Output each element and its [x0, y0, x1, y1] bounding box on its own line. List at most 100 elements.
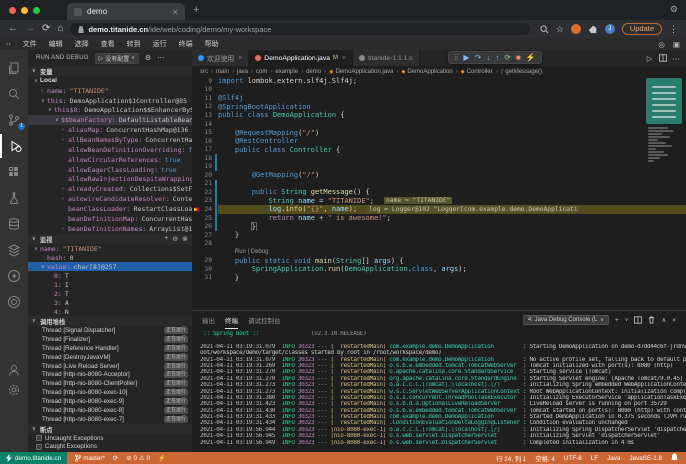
avatar[interactable] [571, 24, 581, 34]
variable-row[interactable]: allowEagerClassLoading:true [28, 165, 192, 175]
code-line[interactable]: 15 @RequestMapping("/") [192, 128, 686, 137]
code-line[interactable]: 29 public static void main(String[] args… [192, 256, 686, 265]
menu-item-查看[interactable]: 查看 [95, 41, 121, 48]
gutter[interactable]: 9 [192, 77, 218, 86]
activity-lightning-icon[interactable] [0, 264, 28, 288]
step-over-icon[interactable]: ↷ [475, 54, 482, 62]
notifications-bell-icon[interactable] [671, 453, 678, 463]
browser-tab[interactable]: demo × [67, 3, 185, 20]
thread-row[interactable]: Thread [Finalizer]正在运行 [28, 335, 192, 344]
status-item[interactable]: JavaSE-1.8 [629, 455, 662, 462]
code-line[interactable]: 14 [192, 120, 686, 129]
breadcrumb-item[interactable]: main [216, 69, 229, 75]
gutter[interactable]: 22 [192, 188, 218, 197]
gutter[interactable]: 31 [192, 274, 218, 283]
codelens-run-debug[interactable]: Run | Debug [235, 249, 269, 255]
variable-row[interactable]: beanDefinitionMap:ConcurrentHashMap@141 … [28, 214, 192, 224]
breakpoint-row[interactable]: Caught Exceptions [28, 443, 192, 452]
activity-target-icon[interactable] [0, 290, 28, 314]
browser-profile-icon[interactable]: ⚙ [670, 4, 678, 15]
code-line[interactable]: 25 return name + " is awesome!"; [192, 214, 686, 223]
tab-close-icon[interactable]: × [173, 7, 178, 17]
variable-row[interactable]: ›allBeanNamesByType:ConcurrentHashMap@13… [28, 135, 192, 145]
update-button[interactable]: Update [622, 23, 662, 35]
variable-row[interactable]: ∨this$0:DemoApplication$$EnhancerBySprin… [28, 106, 192, 116]
variable-row[interactable]: ∨this:DemoApplication$1Controller@85 [28, 96, 192, 106]
tab-close-icon[interactable]: × [342, 55, 346, 62]
gutter[interactable]: 14 [192, 120, 218, 129]
variables-section-header[interactable]: ∨变量 [28, 66, 192, 76]
watch-row[interactable]: 0:T [28, 271, 192, 280]
sidebar-more-icon[interactable]: ⋯ [157, 54, 164, 62]
watch-row[interactable]: 1:I [28, 280, 192, 289]
refresh-watch-icon[interactable]: ⊖ [172, 235, 178, 243]
variable-row[interactable]: ›name:"TITANIDE" [28, 86, 192, 96]
variable-row[interactable]: ›aliasMap:ConcurrentHashMap@136 size=1 [28, 125, 192, 135]
status-item[interactable]: 行 24, 列 1 [496, 454, 526, 463]
variable-row[interactable]: allowCircularReferences:true [28, 155, 192, 165]
start-debug-icon[interactable]: ▷ [99, 55, 104, 62]
gutter[interactable]: 25 [192, 214, 218, 223]
code-line[interactable]: 26 } [192, 222, 686, 231]
gutter[interactable]: 29 [192, 256, 218, 265]
code-editor[interactable]: 9import lombok.extern.slf4j.Slf4j;1011@S… [192, 77, 686, 310]
callstack-section-header[interactable]: ∨调用堆栈 [28, 316, 192, 326]
code-line[interactable]: 9import lombok.extern.slf4j.Slf4j; [192, 77, 686, 86]
stop-icon[interactable]: ■ [516, 54, 521, 62]
thread-row[interactable]: Thread [http-nio-8080-exec-9]正在运行 [28, 397, 192, 406]
split-editor-icon[interactable] [659, 54, 667, 62]
code-line[interactable]: 16 @RestController [192, 137, 686, 146]
variable-row[interactable]: ›autowireCandidateResolver:ContextAnnota… [28, 194, 192, 204]
thread-row[interactable]: Thread [http-nio-8080-ClientPoller]正在运行 [28, 379, 192, 388]
gutter[interactable]: 20 [192, 171, 218, 180]
watch-row[interactable]: hash:0 [28, 253, 192, 262]
activity-layers-icon[interactable] [0, 238, 28, 262]
debug-settings-gear-icon[interactable]: ⚙ [145, 54, 151, 62]
split-terminal-icon[interactable] [634, 316, 642, 324]
code-line[interactable]: 13public class DemoApplication { [192, 111, 686, 120]
breadcrumb-item[interactable]: src [200, 69, 208, 75]
code-line[interactable]: 20 @GetMapping("/") [192, 171, 686, 180]
code-line[interactable]: 30 SpringApplication.run(DemoApplication… [192, 265, 686, 274]
code-line[interactable]: Run | Debug [192, 248, 686, 257]
home-icon[interactable]: ⌂ [57, 24, 63, 34]
breadcrumb-item[interactable]: com [256, 69, 267, 75]
code-line[interactable]: 23 String name = "TITANIDE";name = "TITA… [192, 197, 686, 206]
remote-indicator[interactable]: demo.titanide.cn [0, 452, 67, 464]
gutter[interactable]: 27 [192, 231, 218, 240]
breakpoint-row[interactable]: Uncaught Exceptions [28, 434, 192, 443]
code-line[interactable]: 19 [192, 162, 686, 171]
problems-indicator[interactable]: ⊘0 ⚠0 [126, 455, 150, 462]
activity-explorer-icon[interactable] [0, 56, 28, 80]
reload-icon[interactable]: ⟳ [42, 24, 50, 34]
gutter[interactable]: 15 [192, 128, 218, 137]
profile-avatar[interactable]: J [605, 24, 615, 34]
menu-item-转到[interactable]: 转到 [121, 41, 147, 48]
watch-row[interactable]: ∨value:char[8]@257 [28, 262, 192, 271]
panel-tab-终端[interactable]: 终端 [225, 311, 238, 329]
breakpoint-checkbox[interactable] [36, 435, 42, 441]
maximize-panel-icon[interactable]: ∧ [661, 316, 666, 324]
minimize-window-icon[interactable] [21, 7, 28, 14]
status-item[interactable]: UTF-8 [564, 455, 582, 462]
menu-item-运行[interactable]: 运行 [147, 41, 173, 48]
gutter[interactable]: 18 [192, 154, 218, 163]
editor-more-icon[interactable]: ⋯ [673, 54, 681, 63]
code-line[interactable]: 18 [192, 154, 686, 163]
gutter[interactable]: 23 [192, 197, 218, 206]
code-line[interactable]: 22 public String getMessage() { [192, 188, 686, 197]
gutter[interactable]: 30 [192, 265, 218, 274]
step-out-icon[interactable]: ↑ [495, 54, 499, 62]
terminal-select[interactable]: 4: Java Debug Console (L∨ [523, 315, 609, 325]
close-panel-icon[interactable]: × [672, 317, 676, 324]
menu-item-终端[interactable]: 终端 [173, 41, 199, 48]
continue-icon[interactable]: ▶ [463, 54, 469, 62]
new-terminal-dropdown-icon[interactable]: ∨ [625, 317, 629, 323]
tab-close-icon[interactable]: × [238, 55, 242, 62]
activity-database-icon[interactable] [0, 212, 28, 236]
gutter[interactable]: 10 [192, 86, 218, 95]
activity-extensions-icon[interactable] [0, 160, 28, 184]
breadcrumb[interactable]: src›main›java›com›example›demo›◉DemoAppl… [192, 66, 686, 77]
watch-section-header[interactable]: ∨监视 + ⊖ ⊗ [28, 234, 192, 244]
status-item[interactable]: Java [607, 455, 620, 462]
